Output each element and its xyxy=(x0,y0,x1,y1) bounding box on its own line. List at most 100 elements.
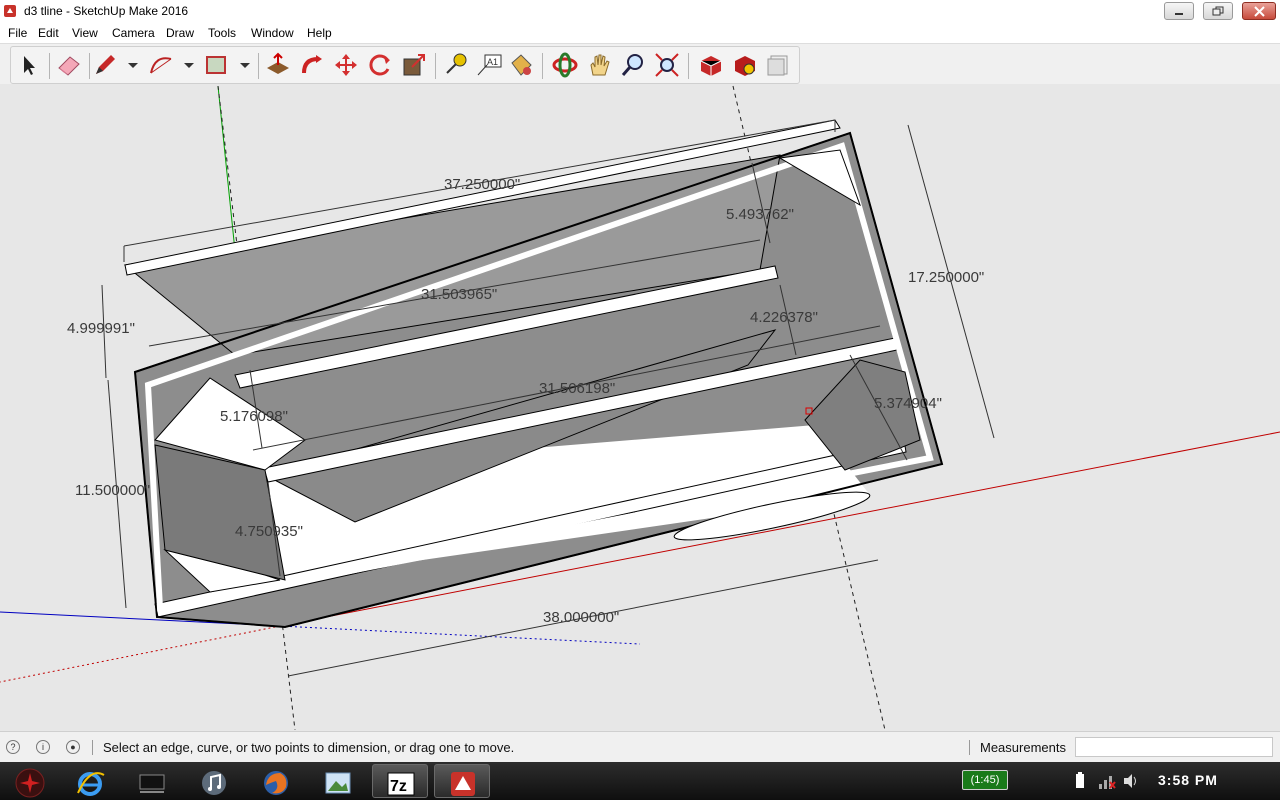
getting-started-toolbar: A1 xyxy=(0,43,1280,85)
menu-view[interactable]: View xyxy=(72,26,98,40)
taskbar-firefox[interactable] xyxy=(248,764,304,798)
dimension-label[interactable]: 4.999991" xyxy=(67,320,135,337)
toolbar-separator xyxy=(542,53,543,79)
volume-icon[interactable] xyxy=(1122,772,1140,790)
taskbar-sketchup[interactable] xyxy=(434,764,490,798)
push-pull-button[interactable] xyxy=(264,51,292,79)
taskbar-photo-viewer[interactable] xyxy=(310,764,366,798)
dimension-label[interactable]: 5.493762" xyxy=(726,206,794,223)
menu-draw[interactable]: Draw xyxy=(166,26,194,40)
modeling-viewport[interactable]: 37.250000" 5.493762" 17.250000" 31.50396… xyxy=(0,84,1280,731)
close-button[interactable] xyxy=(1242,2,1276,20)
follow-me-icon xyxy=(302,55,322,74)
follow-me-button[interactable] xyxy=(298,51,326,79)
user-icon[interactable]: ● xyxy=(66,740,80,754)
eraser-tool-button[interactable] xyxy=(55,51,83,79)
start-button[interactable] xyxy=(2,764,58,798)
dimension-label[interactable]: 11.500000" xyxy=(75,482,150,499)
zoom-extents-button[interactable] xyxy=(653,51,681,79)
menu-bar: File Edit View Camera Draw Tools Window … xyxy=(0,23,1280,43)
dimension-label[interactable]: 37.250000" xyxy=(444,176,520,193)
text-tool-icon: A1 xyxy=(477,54,502,76)
pencil-tool-icon xyxy=(96,55,115,74)
rectangle-tool-icon xyxy=(206,56,226,74)
rotate-icon xyxy=(369,54,390,76)
status-separator xyxy=(969,740,970,755)
desktop-icon xyxy=(139,774,165,793)
model-drawing[interactable] xyxy=(0,84,1280,731)
menu-file[interactable]: File xyxy=(8,26,27,40)
move-tool-button[interactable] xyxy=(332,51,360,79)
orbit-icon xyxy=(552,52,578,78)
toolbar-separator xyxy=(49,53,50,79)
battery-icon[interactable] xyxy=(1074,772,1086,790)
push-pull-icon xyxy=(267,52,289,74)
itunes-icon xyxy=(202,771,226,795)
network-icon[interactable] xyxy=(1098,772,1116,790)
toolbar-group: A1 xyxy=(10,46,800,84)
zoom-button[interactable] xyxy=(619,51,647,79)
paint-bucket-button[interactable] xyxy=(507,51,535,79)
zoom-icon xyxy=(621,54,643,76)
dimension-label[interactable]: 17.250000" xyxy=(908,269,984,286)
arc-tool-button[interactable] xyxy=(147,51,175,79)
title-bar: d3 tline - SketchUp Make 2016 xyxy=(0,0,1280,24)
pencil-tool-button[interactable] xyxy=(91,51,119,79)
measurements-input[interactable] xyxy=(1075,737,1273,757)
menu-window[interactable]: Window xyxy=(251,26,294,40)
dimension-label[interactable]: 5.374904" xyxy=(874,395,942,412)
system-clock[interactable]: 3:58 PM xyxy=(1158,772,1218,788)
svg-text:A1: A1 xyxy=(487,57,498,67)
measurements-label: Measurements xyxy=(980,740,1066,755)
menu-tools[interactable]: Tools xyxy=(208,26,236,40)
dimension-label[interactable]: 4.750935" xyxy=(235,523,303,540)
toolbar-separator xyxy=(435,53,436,79)
extension-warehouse-button[interactable] xyxy=(731,51,759,79)
tape-measure-button[interactable] xyxy=(441,51,469,79)
menu-edit[interactable]: Edit xyxy=(38,26,59,40)
credits-icon[interactable]: i xyxy=(36,740,50,754)
arc-dropdown[interactable] xyxy=(175,51,194,79)
pencil-dropdown[interactable] xyxy=(119,51,138,79)
sketchup-app-icon xyxy=(4,5,16,17)
internet-explorer-icon xyxy=(77,772,105,796)
minimize-button[interactable] xyxy=(1164,2,1194,20)
eraser-tool-icon xyxy=(58,56,80,76)
geo-location-icon[interactable]: ? xyxy=(6,740,20,754)
text-tool-button[interactable]: A1 xyxy=(475,51,503,79)
menu-camera[interactable]: Camera xyxy=(112,26,155,40)
dimension-label[interactable]: 38.000000" xyxy=(543,609,619,626)
dimension-label[interactable]: 31.506198" xyxy=(539,380,615,397)
taskbar-itunes[interactable] xyxy=(186,764,242,798)
dimension-label[interactable]: 5.176098" xyxy=(220,408,288,425)
select-tool-button[interactable] xyxy=(14,51,42,79)
rectangle-tool-button[interactable] xyxy=(202,51,230,79)
7zip-icon: 7z xyxy=(387,772,415,796)
rectangle-dropdown[interactable] xyxy=(231,51,250,79)
battery-indicator[interactable]: (1:45) xyxy=(962,770,1008,790)
scale-tool-button[interactable] xyxy=(400,51,428,79)
layout-button[interactable] xyxy=(765,51,793,79)
paint-bucket-icon xyxy=(511,54,532,76)
restore-icon xyxy=(1212,6,1224,16)
start-orb-icon xyxy=(15,768,45,798)
window-title: d3 tline - SketchUp Make 2016 xyxy=(24,4,189,18)
dimension-label[interactable]: 4.226378" xyxy=(750,309,818,326)
minimize-icon xyxy=(1175,13,1183,15)
zoom-extents-icon xyxy=(655,53,679,77)
svg-text:7z: 7z xyxy=(390,778,407,795)
restore-button[interactable] xyxy=(1203,2,1233,20)
scale-icon xyxy=(403,54,425,76)
pan-button[interactable] xyxy=(585,51,613,79)
arc-tool-icon xyxy=(150,57,172,74)
status-message: Select an edge, curve, or two points to … xyxy=(103,740,515,755)
taskbar-ie[interactable] xyxy=(62,764,118,798)
3d-warehouse-button[interactable] xyxy=(697,51,725,79)
orbit-button[interactable] xyxy=(551,51,579,79)
taskbar-desktop[interactable] xyxy=(124,764,180,798)
taskbar-7zip[interactable]: 7z xyxy=(372,764,428,798)
rotate-tool-button[interactable] xyxy=(366,51,394,79)
menu-help[interactable]: Help xyxy=(307,26,332,40)
dimension-label[interactable]: 31.503965" xyxy=(421,286,497,303)
blue-axis-negative xyxy=(279,625,641,645)
